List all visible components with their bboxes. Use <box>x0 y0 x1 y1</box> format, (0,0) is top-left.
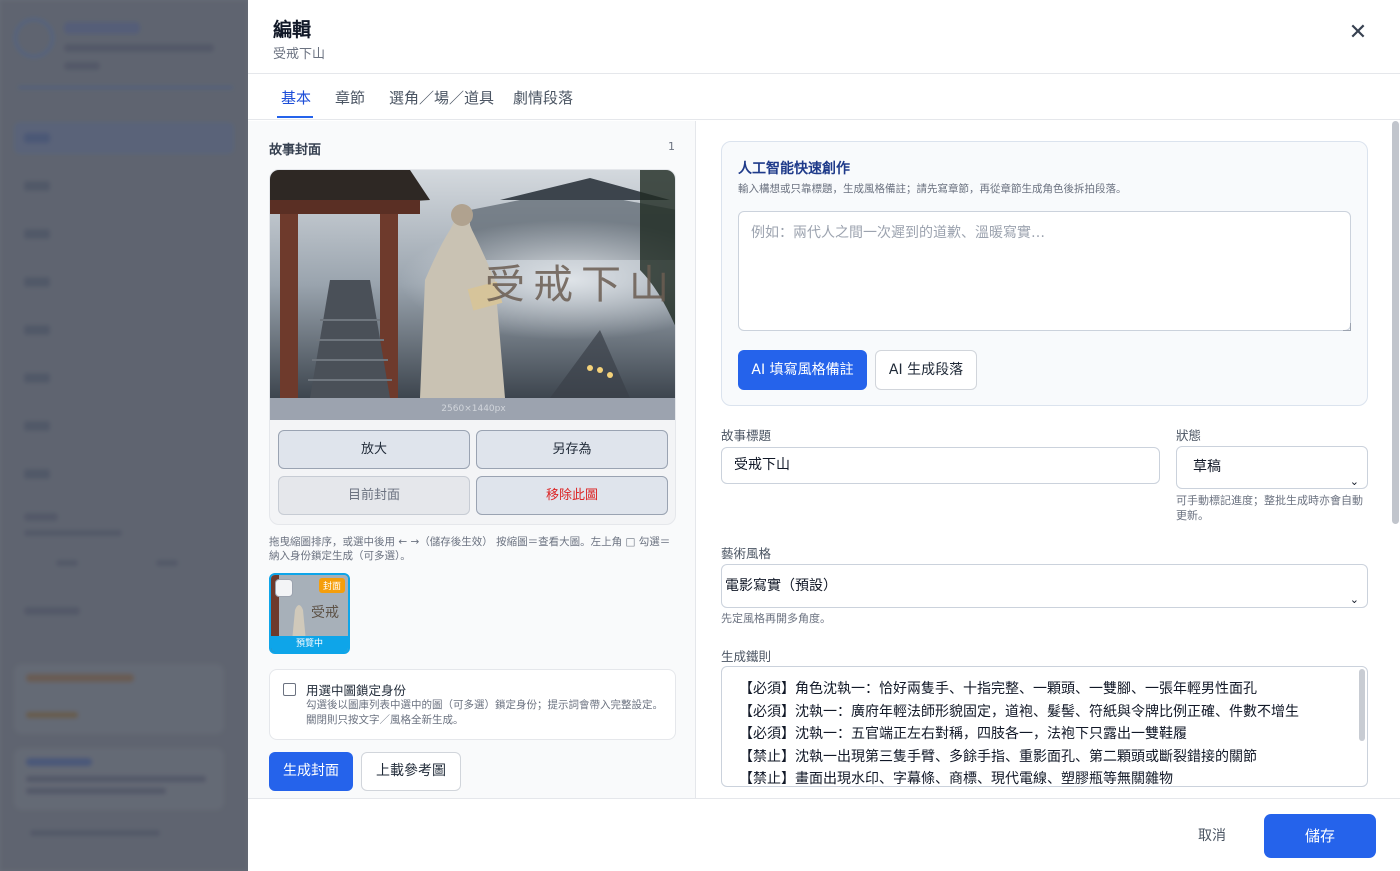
tab-plot-segments[interactable]: 劇情段落 <box>513 87 573 108</box>
drawer-title: 編輯 <box>273 19 312 41</box>
status-label: 狀態 <box>1176 428 1202 443</box>
previewing-caption: 預覽中 <box>271 636 348 652</box>
story-title-input[interactable]: 受戒下山 <box>721 447 1160 484</box>
edit-drawer: 編輯 受戒下山 ✕ 基本 章節 選角／場／道具 劇情段落 故事封面 1 受戒下山… <box>248 0 1400 871</box>
idea-textarea[interactable]: 例如：兩代人之間一次遲到的道歉、溫暖寫實… <box>738 211 1351 331</box>
tab-bar: 基本 章節 選角／場／道具 劇情段落 <box>248 74 1400 120</box>
status-select[interactable]: 草稿 ⌄ <box>1176 446 1368 489</box>
rules-textarea[interactable]: 【必須】角色沈執一：恰好兩隻手、十指完整、一顆頭、一雙腳、一張年輕男性面孔 【必… <box>721 666 1368 787</box>
art-style-value: 電影寫實（預設） <box>725 578 837 594</box>
cover-thumbnail[interactable]: 受戒 封面 預覽中 <box>269 573 350 654</box>
current-cover-button[interactable]: 目前封面 <box>278 476 470 515</box>
resize-grip-icon[interactable] <box>1343 323 1351 331</box>
identity-lock-option: 用選中圖鎖定身份 勾選後以圖庫列表中選中的圖（可多選）鎖定身份；提示詞會帶入完整… <box>269 669 676 740</box>
thumbnail-title-art: 受戒 <box>311 605 339 621</box>
tab-basic[interactable]: 基本 <box>281 87 311 108</box>
drawer-header: 編輯 受戒下山 ✕ <box>248 0 1400 74</box>
ai-quick-create-card: 人工智能快速創作 輸入構想或只靠標題，生成風格備註；請先寫章節，再從章節生成角色… <box>721 141 1368 406</box>
rules-label: 生成鐵則 <box>721 649 772 664</box>
cover-hint: 拖曳縮圖排序，或選中後用 ← →（儲存後生效） 按縮圖＝查看大圖。左上角 □ 勾… <box>269 536 671 562</box>
cover-artwork: 受戒下山 <box>270 170 676 398</box>
remove-image-button[interactable]: 移除此圖 <box>476 476 668 515</box>
drawer-subtitle: 受戒下山 <box>273 47 326 62</box>
ai-card-desc: 輸入構想或只靠標題，生成風格備註；請先寫章節，再從章節生成角色後拆拍段落。 <box>738 183 1127 195</box>
thumbnail-select-checkbox[interactable] <box>275 579 293 597</box>
cancel-button[interactable]: 取消 <box>1198 825 1226 845</box>
zoom-button[interactable]: 放大 <box>278 430 470 469</box>
cover-section-label: 故事封面 <box>269 143 322 158</box>
tab-casting[interactable]: 選角／場／道具 <box>389 87 494 108</box>
ai-generate-segments-button[interactable]: AI 生成段落 <box>875 350 977 390</box>
cover-image[interactable]: 受戒下山 <box>270 170 676 398</box>
rule-line: 【禁止】沈執一出現第三隻手臂、多餘手指、重影面孔、第二顆頭或斷裂錯接的關節 <box>739 748 1257 765</box>
art-style-help: 先定風格再開多角度。 <box>721 612 831 625</box>
identity-lock-title: 用選中圖鎖定身份 <box>306 683 407 698</box>
identity-lock-desc: 勾選後以圖庫列表中選中的圖（可多選）鎖定身份；提示詞會帶入完整設定。關閉則只按文… <box>306 699 663 726</box>
art-style-select[interactable]: 電影寫實（預設） ⌄ <box>721 564 1368 608</box>
art-style-label: 藝術風格 <box>721 546 772 561</box>
drawer-footer: 取消 儲存 <box>248 798 1400 871</box>
rule-line: 【必須】角色沈執一：恰好兩隻手、十指完整、一顆頭、一雙腳、一張年輕男性面孔 <box>739 681 1257 697</box>
rules-scrollbar[interactable] <box>1359 669 1365 741</box>
cover-dimensions: 2560×1440px <box>270 398 675 420</box>
tab-chapters[interactable]: 章節 <box>335 87 365 108</box>
cover-panel: 故事封面 1 受戒下山 2560×1440px 放大 另存為 目前封面 移除此圖… <box>248 121 696 798</box>
story-title-label: 故事標題 <box>721 428 772 443</box>
modal-backdrop[interactable] <box>0 0 248 871</box>
rule-line: 【必須】沈執一：五官端正左右對稱，四肢各一，法袍下只露出一雙鞋履 <box>739 726 1187 743</box>
status-help: 可手動標記進度；整批生成時亦會自動更新。 <box>1176 494 1363 522</box>
chevron-down-icon: ⌄ <box>1349 593 1359 606</box>
rule-line: 【禁止】畫面出現水印、字幕條、商標、現代電線、塑膠瓶等無關雜物 <box>739 771 1173 787</box>
upload-reference-button[interactable]: 上載參考圖 <box>361 752 461 791</box>
ai-card-title: 人工智能快速創作 <box>738 161 850 177</box>
panel-scrollbar[interactable] <box>1392 121 1399 524</box>
ai-fill-style-button[interactable]: AI 填寫風格備註 <box>738 350 867 390</box>
cover-count: 1 <box>668 140 675 153</box>
identity-lock-checkbox[interactable] <box>283 683 296 696</box>
save-button[interactable]: 儲存 <box>1264 814 1376 858</box>
cover-title-art: 受戒下山 <box>485 262 676 308</box>
cover-badge: 封面 <box>318 578 345 593</box>
generate-cover-button[interactable]: 生成封面 <box>269 752 353 791</box>
cover-preview: 受戒下山 2560×1440px 放大 另存為 目前封面 移除此圖 <box>269 169 676 525</box>
close-icon[interactable]: ✕ <box>1346 22 1370 46</box>
status-value: 草稿 <box>1193 459 1221 475</box>
active-tab-indicator <box>277 116 313 118</box>
form-panel: 人工智能快速創作 輸入構想或只靠標題，生成風格備註；請先寫章節，再從章節生成角色… <box>697 121 1400 798</box>
save-as-button[interactable]: 另存為 <box>476 430 668 469</box>
rule-line: 【必須】沈執一：廣府年輕法師形貌固定，道袍、髮髻、符紙與令牌比例正確、件數不增生 <box>739 703 1299 720</box>
